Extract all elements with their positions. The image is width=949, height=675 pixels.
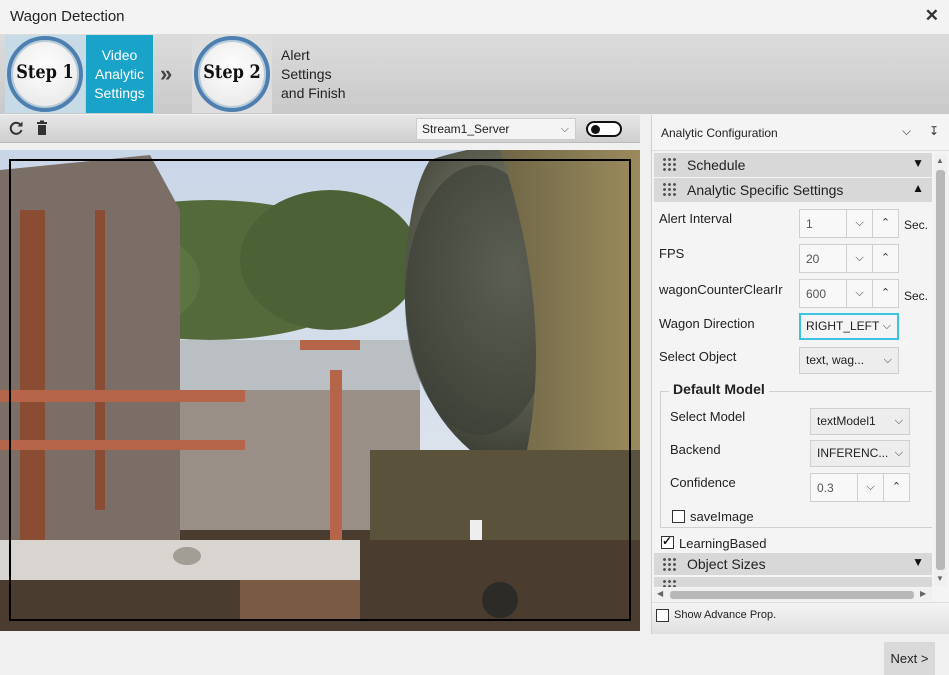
select-value: INFERENC...: [817, 446, 889, 460]
video-preview[interactable]: [0, 150, 640, 631]
wizard-steps: Step 1 Video Analytic Settings » Step 2 …: [0, 34, 949, 114]
prop-backend-label: Backend: [670, 442, 721, 457]
category-object-sizes[interactable]: Object Sizes ▼: [654, 553, 932, 575]
detection-roi-box[interactable]: [9, 159, 631, 621]
scroll-right-icon[interactable]: ▶: [920, 589, 926, 598]
prop-fps-label: FPS: [659, 246, 685, 261]
chevron-down-icon: ⌵: [894, 415, 903, 427]
select-model-select[interactable]: textModel1 ⌵: [810, 408, 910, 435]
fps-input[interactable]: 20 ⌵ ⌃: [799, 244, 899, 273]
unit-label: Sec.: [904, 289, 929, 303]
window-title: Wagon Detection: [10, 8, 125, 25]
step-1-badge-text: Step 1: [16, 61, 74, 83]
category-label: Schedule: [687, 157, 746, 173]
grid-dots-icon: [662, 557, 676, 571]
backend-select[interactable]: INFERENC... ⌵: [810, 440, 910, 467]
chevron-down-icon[interactable]: ⌵: [846, 280, 872, 307]
chevron-down-icon: ⌵: [882, 320, 891, 332]
analytic-config-panel: Analytic Configuration ⌵ ↧ Schedule ▼ An…: [651, 115, 949, 634]
chevron-down-icon[interactable]: ⌵: [902, 124, 911, 139]
chevron-down-icon: ▼: [912, 156, 924, 170]
chevron-down-icon[interactable]: ⌵: [846, 245, 872, 272]
step-1-label[interactable]: Video Analytic Settings: [86, 35, 153, 113]
save-image-checkbox[interactable]: [672, 510, 685, 523]
next-button[interactable]: Next >: [884, 642, 935, 675]
close-icon[interactable]: ✕: [925, 6, 939, 26]
input-value: 0.3: [817, 481, 834, 495]
prop-wagon-direction-label: Wagon Direction: [659, 316, 755, 331]
scroll-thumb[interactable]: [936, 170, 945, 570]
show-advance-label: Show Advance Prop.: [674, 609, 777, 621]
select-value: RIGHT_LEFT: [806, 319, 880, 333]
step-2-badge[interactable]: Step 2: [192, 35, 272, 113]
toggle-knob: [591, 125, 600, 134]
prop-confidence-label: Confidence: [670, 475, 736, 490]
chevron-down-icon: ⌵: [560, 123, 569, 135]
prop-alert-interval-label: Alert Interval: [659, 211, 732, 226]
stream-toggle[interactable]: [586, 121, 622, 137]
chevron-up-icon: ▲: [912, 181, 924, 195]
scroll-thumb[interactable]: [670, 591, 914, 599]
title-bar: Wagon Detection ✕: [0, 0, 949, 34]
grid-dots-icon: [662, 579, 676, 587]
learning-based-checkbox[interactable]: [661, 534, 674, 549]
step-2-badge-text: Step 2: [203, 61, 261, 83]
stream-select[interactable]: Stream1_Server ⌵: [416, 118, 576, 140]
scroll-down-icon[interactable]: ▼: [936, 574, 944, 583]
category-label: Analytic Specific Settings: [687, 182, 844, 198]
panel-footer: Show Advance Prop.: [652, 602, 949, 634]
show-advance-checkbox[interactable]: [656, 609, 669, 622]
unit-label: Sec.: [904, 218, 929, 232]
prop-wagon-counter-label: wagonCounterClearIr: [659, 282, 783, 297]
horizontal-scrollbar[interactable]: ◀ ▶: [654, 588, 932, 601]
chevron-down-icon[interactable]: ⌵: [846, 210, 872, 237]
chevron-up-icon[interactable]: ⌃: [872, 280, 898, 307]
stream-select-value: Stream1_Server: [422, 122, 510, 136]
chevron-up-icon[interactable]: ⌃: [883, 474, 909, 501]
prop-select-model-label: Select Model: [670, 409, 746, 424]
chevron-up-icon[interactable]: ⌃: [872, 245, 898, 272]
scroll-left-icon[interactable]: ◀: [657, 589, 663, 598]
category-label: Object Sizes: [687, 556, 766, 572]
grid-dots-icon: [662, 182, 676, 196]
chevron-up-icon[interactable]: ⌃: [872, 210, 898, 237]
scroll-up-icon[interactable]: ▲: [936, 156, 944, 165]
learning-based-label: LearningBased: [679, 536, 767, 551]
save-image-label: saveImage: [690, 509, 754, 524]
chevron-down-icon[interactable]: ⌵: [857, 474, 883, 501]
panel-title: Analytic Configuration: [661, 126, 778, 140]
prop-select-object-label: Select Object: [659, 349, 737, 364]
input-value: 600: [806, 287, 827, 301]
grid-dots-icon: [662, 157, 676, 171]
panel-header: Analytic Configuration ⌵ ↧: [652, 115, 949, 151]
step-2-label[interactable]: Alert Settings and Finish: [275, 35, 355, 113]
step-1-badge[interactable]: Step 1: [5, 35, 85, 113]
chevron-down-icon: ⌵: [883, 354, 892, 366]
step-2-label-text: Alert Settings and Finish: [281, 46, 346, 101]
trash-icon[interactable]: [34, 120, 50, 136]
category-schedule[interactable]: Schedule ▼: [654, 153, 932, 177]
select-value: text, wag...: [806, 353, 865, 367]
wagon-counter-input[interactable]: 600 ⌵ ⌃: [799, 279, 899, 308]
select-object-select[interactable]: text, wag... ⌵: [799, 347, 899, 374]
chevron-down-icon: ⌵: [894, 447, 903, 459]
select-value: textModel1: [817, 414, 876, 428]
vertical-scrollbar[interactable]: ▲ ▼: [934, 154, 947, 586]
input-value: 20: [806, 252, 820, 266]
refresh-icon[interactable]: [8, 120, 24, 136]
wagon-direction-select[interactable]: RIGHT_LEFT ⌵: [799, 313, 899, 340]
pin-icon[interactable]: ↧: [929, 124, 939, 138]
alert-interval-input[interactable]: 1 ⌵ ⌃: [799, 209, 899, 238]
chevron-down-icon: ▼: [912, 555, 924, 569]
confidence-input[interactable]: 0.3 ⌵ ⌃: [810, 473, 910, 502]
double-chevron-icon: »: [160, 61, 173, 86]
category-analytic-settings[interactable]: Analytic Specific Settings ▲: [654, 178, 932, 202]
category-partial[interactable]: [654, 577, 932, 587]
input-value: 1: [806, 217, 813, 231]
default-model-title: Default Model: [669, 381, 769, 397]
video-toolbar: Stream1_Server ⌵: [0, 115, 640, 143]
